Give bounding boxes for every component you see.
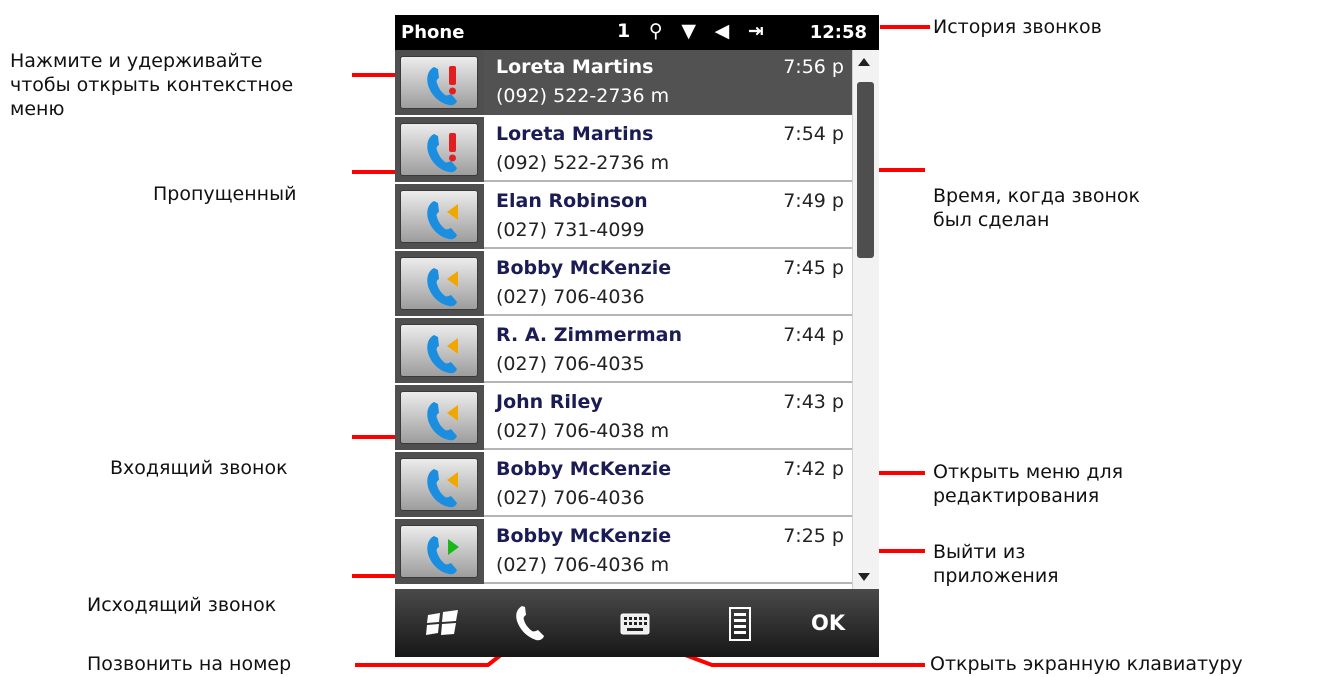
scrollbar[interactable] [852,50,879,589]
call-history-list: Loreta Martins 7:56 p (092) 522-2736 m Lore… [395,50,852,589]
scroll-up-arrow-icon[interactable] [858,58,870,66]
call-type-button[interactable] [400,257,478,310]
call-type-button[interactable] [400,458,478,511]
ok-button[interactable]: OK [803,589,863,657]
caller-number: (092) 522-2736 m [496,152,670,174]
annotation-outgoing: Исходящий звонок [87,594,277,616]
missed-call-icon [427,133,457,173]
windows-logo-icon [426,610,458,635]
call-time: 7:45 p [783,257,844,279]
call-type-button[interactable] [400,391,478,444]
caller-name: R. A. Zimmerman [496,324,682,346]
annotation-incoming: Входящий звонок [110,457,288,479]
annotation-exit-app: Выйти из приложения [933,541,1059,587]
call-row[interactable]: Bobby McKenzie 7:25 p (027) 706-4036 m [395,519,852,584]
caller-number: (092) 522-2736 m [496,85,670,107]
call-time: 7:54 p [783,123,844,145]
call-icon-cell [395,385,484,450]
call-type-button[interactable] [400,56,478,109]
call-type-button[interactable] [400,525,478,578]
missed-call-icon [427,66,457,106]
incoming-call-icon [427,402,458,441]
caller-name: Loreta Martins [496,123,654,145]
annotation-keyboard: Открыть экранную клавиатуру [930,653,1243,675]
incoming-call-icon [427,201,458,240]
call-row[interactable]: Elan Robinson 7:49 p (027) 731-4099 [395,184,852,249]
caller-number: (027) 731-4099 [496,219,645,241]
caller-name: Bobby McKenzie [496,458,672,480]
call-time: 7:56 p [783,56,844,78]
dial-button[interactable] [505,589,555,657]
call-row[interactable]: Loreta Martins 7:54 p (092) 522-2736 m [395,117,852,182]
caller-name: Bobby McKenzie [496,257,672,279]
caller-name: Elan Robinson [496,190,648,212]
call-row[interactable]: John Riley 7:43 p (027) 706-4038 m [395,385,852,450]
phone-screen: Phone 1 ⚲ ▼ ◀ ⇥ 12:58 Loreta Martins 7:56… [395,15,879,657]
outgoing-call-icon [427,536,459,575]
call-row[interactable]: Loreta Martins 7:56 p (092) 522-2736 m [395,50,852,115]
scroll-thumb[interactable] [857,82,874,258]
menu-icon [729,607,751,641]
call-row[interactable]: Bobby McKenzie 7:42 p (027) 706-4036 [395,452,852,517]
call-icon-cell [395,452,484,517]
keyboard-button[interactable] [610,589,660,657]
call-type-button[interactable] [400,190,478,243]
status-icons[interactable]: 1 ⚲ ▼ ◀ ⇥ [617,20,770,42]
softkey-bar: OK [395,589,879,657]
call-icon-cell [395,50,484,115]
call-icon-cell [395,251,484,316]
call-icon-cell [395,117,484,182]
annotation-time-made: Время, когда звонок был сделан [933,185,1140,231]
call-icon-cell [395,519,484,584]
caller-number: (027) 706-4038 m [496,420,670,442]
caller-name: John Riley [496,391,603,413]
call-type-button[interactable] [400,123,478,176]
annotation-call-history: История звонков [933,16,1102,38]
caller-number: (027) 706-4036 [496,487,645,509]
call-time: 7:43 p [783,391,844,413]
incoming-call-icon [427,469,458,508]
caller-name: Loreta Martins [496,56,654,78]
call-time: 7:42 p [783,458,844,480]
call-time: 7:44 p [783,324,844,346]
app-title: Phone [401,22,465,43]
annotation-missed: Пропущенный [153,183,297,205]
call-time: 7:25 p [783,525,844,547]
call-icon-cell [395,318,484,383]
caller-number: (027) 706-4036 m [496,554,670,576]
phone-handset-icon [516,606,544,641]
incoming-call-icon [427,268,458,307]
ok-label: OK [811,611,846,635]
annotation-dial: Позвонить на номер [87,653,292,675]
call-time: 7:49 p [783,190,844,212]
call-type-button[interactable] [400,324,478,377]
annotation-press-hold: Нажмите и удерживайте чтобы открыть конт… [10,50,294,120]
keyboard-icon [620,613,650,635]
caller-name: Bobby McKenzie [496,525,672,547]
caller-number: (027) 706-4035 [496,353,645,375]
scroll-down-arrow-icon[interactable] [858,573,870,581]
caller-number: (027) 706-4036 [496,286,645,308]
clock[interactable]: 12:58 [810,22,867,43]
annotation-edit-menu: Открыть меню для редактирования [933,461,1124,507]
call-icon-cell [395,184,484,249]
call-row[interactable]: Bobby McKenzie 7:45 p (027) 706-4036 [395,251,852,316]
incoming-call-icon [427,335,458,374]
call-row[interactable]: R. A. Zimmerman 7:44 p (027) 706-4035 [395,318,852,383]
status-bar: Phone 1 ⚲ ▼ ◀ ⇥ 12:58 [395,15,879,50]
start-button[interactable] [417,589,467,657]
menu-button[interactable] [715,589,765,657]
